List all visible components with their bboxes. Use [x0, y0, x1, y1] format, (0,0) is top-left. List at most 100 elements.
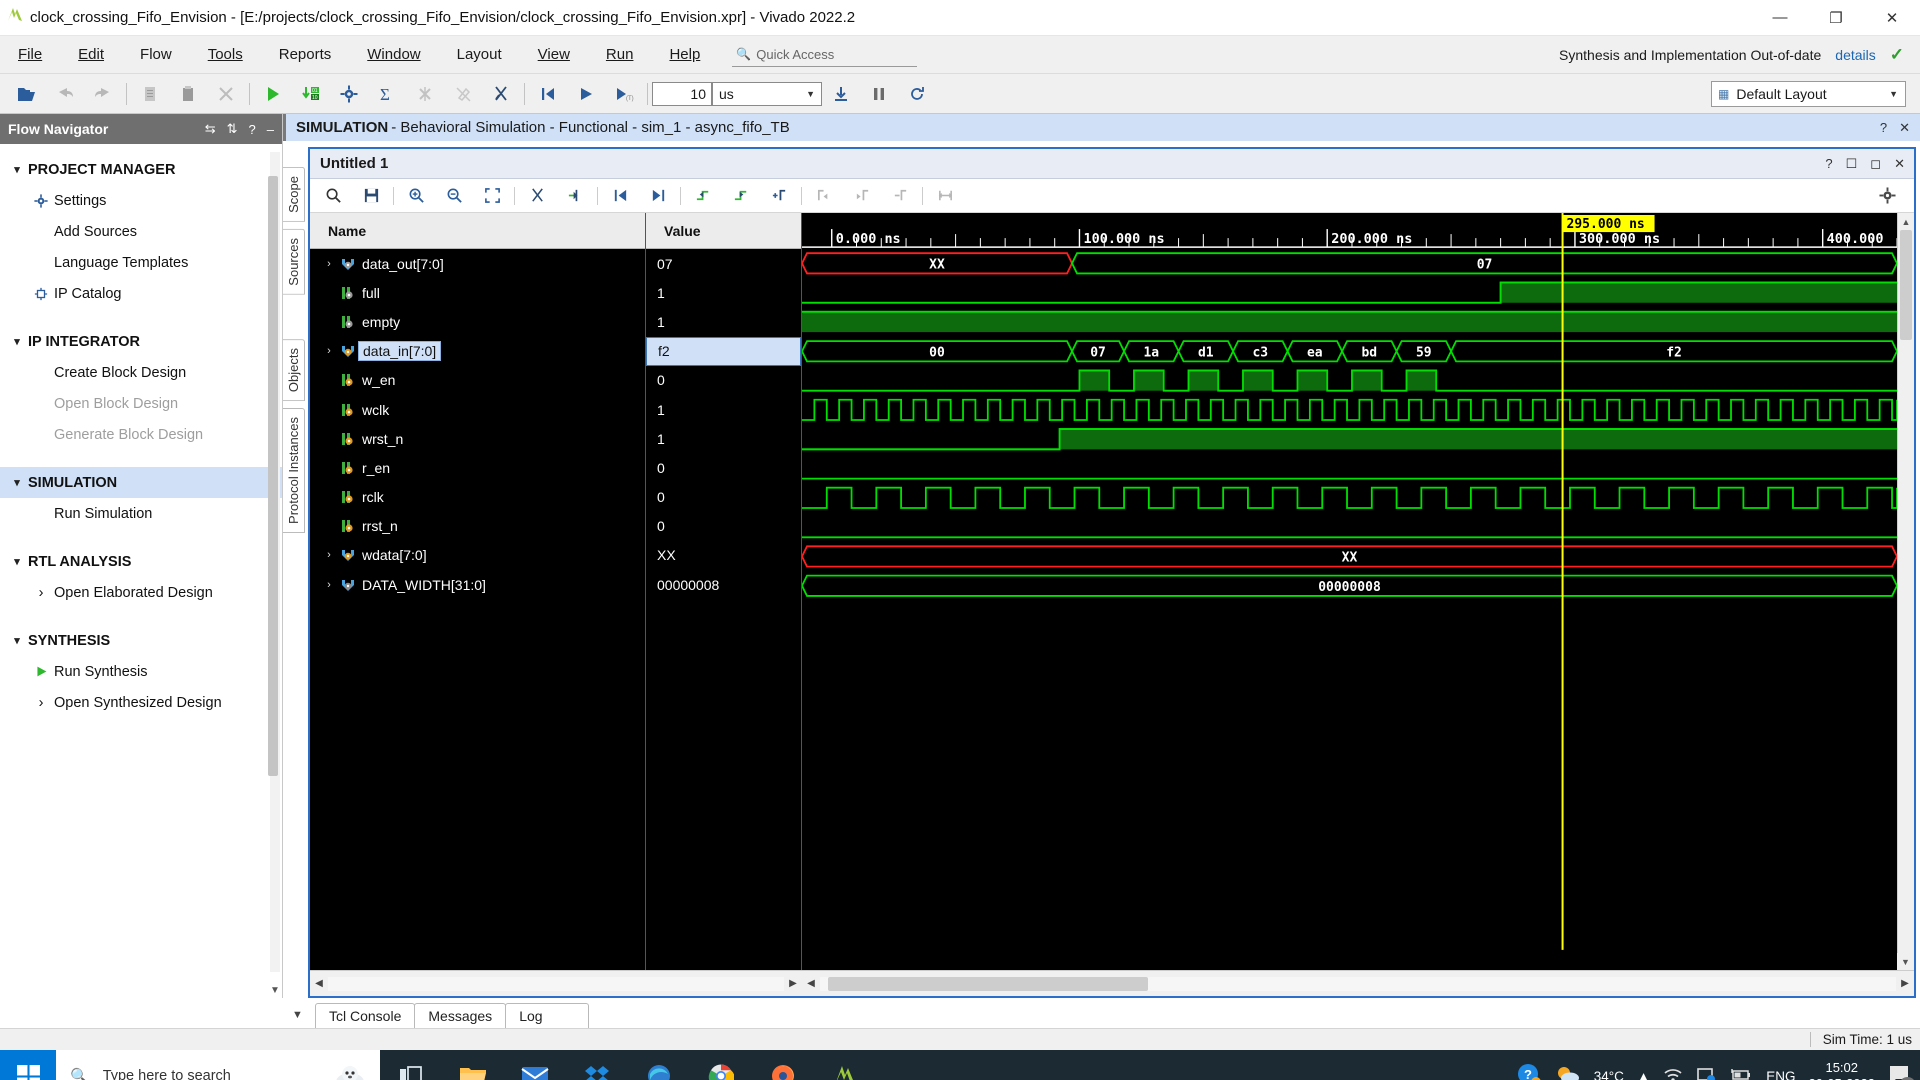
prev-marker-icon[interactable]	[805, 183, 843, 209]
help-icon[interactable]: ?	[1825, 156, 1832, 172]
open-project-icon[interactable]	[8, 79, 46, 109]
write-bitstream-icon[interactable]: 01 10	[292, 79, 330, 109]
remove-marker-icon[interactable]	[881, 183, 919, 209]
run-time-input[interactable]: 10	[652, 81, 712, 106]
wave-hscrollbar[interactable]: ◀ ▶	[802, 971, 1914, 996]
paste-icon[interactable]	[169, 79, 207, 109]
run-step-icon[interactable]	[822, 79, 860, 109]
settings-gear-icon[interactable]	[330, 79, 368, 109]
start-button[interactable]	[0, 1050, 56, 1080]
taskbar-search[interactable]: 🔍 Type here to search	[56, 1050, 380, 1080]
run-all-icon[interactable]	[567, 79, 605, 109]
run-for-time-icon[interactable]: (T)	[605, 79, 643, 109]
goto-start-icon[interactable]	[601, 183, 639, 209]
delete-icon[interactable]	[207, 79, 245, 109]
scroll-left-icon[interactable]: ◀	[310, 978, 328, 989]
scroll-right-icon[interactable]: ▶	[1896, 978, 1914, 989]
language-indicator[interactable]: ENG	[1766, 1069, 1795, 1080]
menu-window[interactable]: Window	[349, 36, 438, 74]
cut-icon[interactable]	[482, 79, 520, 109]
signal-row-rrst_n[interactable]: rrst_n	[310, 512, 645, 541]
time-unit-select[interactable]: us ▼	[712, 81, 822, 106]
chevron-right-icon[interactable]: ›	[320, 258, 338, 270]
flow-group-simulation[interactable]: ▾ SIMULATION	[0, 467, 282, 498]
flow-group-rtl-analysis[interactable]: ▾ RTL ANALYSIS	[0, 546, 282, 577]
help-icon[interactable]: ?	[249, 122, 256, 137]
zoom-out-icon[interactable]	[435, 183, 473, 209]
minimize-button[interactable]: —	[1752, 0, 1808, 36]
tab-tcl-console[interactable]: Tcl Console	[315, 1003, 416, 1028]
signal-value-empty[interactable]: 1	[646, 307, 801, 336]
vtab-sources[interactable]: Sources	[283, 228, 305, 295]
scroll-right-icon[interactable]: ▶	[784, 978, 802, 989]
close-button[interactable]: ✕	[1864, 0, 1920, 36]
goto-end-icon[interactable]	[639, 183, 677, 209]
menu-edit[interactable]: Edit	[60, 36, 122, 74]
tab-log[interactable]: Log	[505, 1003, 590, 1028]
run-icon[interactable]	[254, 79, 292, 109]
flow-item-open-synthesized-design[interactable]: › Open Synthesized Design	[0, 687, 282, 718]
add-divider-icon[interactable]	[760, 183, 798, 209]
signal-row-full[interactable]: full	[310, 278, 645, 307]
flow-item-run-synthesis[interactable]: Run Synthesis	[0, 656, 282, 687]
vtab-protocol-instances[interactable]: Protocol Instances	[283, 407, 305, 533]
sum-report-icon[interactable]: Σ	[368, 79, 406, 109]
signal-row-empty[interactable]: empty	[310, 307, 645, 336]
flow-item-ip-catalog[interactable]: IP Catalog	[0, 278, 282, 309]
edge-icon[interactable]	[628, 1050, 690, 1080]
close-icon[interactable]: ✕	[1899, 120, 1910, 136]
layout-select[interactable]: ▦ Default Layout ▼	[1711, 80, 1906, 107]
signal-value-wdata70[interactable]: XX	[646, 541, 801, 570]
signal-value-w_en[interactable]: 0	[646, 366, 801, 395]
flow-item-generate-block-design[interactable]: Generate Block Design	[0, 419, 282, 450]
flow-item-create-block-design[interactable]: Create Block Design	[0, 357, 282, 388]
chrome-icon[interactable]	[690, 1050, 752, 1080]
menu-view[interactable]: View	[520, 36, 588, 74]
mail-icon[interactable]	[504, 1050, 566, 1080]
undo-icon[interactable]	[46, 79, 84, 109]
search-icon[interactable]	[314, 183, 352, 209]
signal-value-data_in70[interactable]: f2	[646, 336, 801, 366]
close-icon[interactable]: ✕	[1894, 156, 1905, 172]
flow-item-open-elaborated-design[interactable]: › Open Elaborated Design	[0, 577, 282, 608]
signal-row-wdata70[interactable]: › wdata[7:0]	[310, 541, 645, 570]
relaunch-icon[interactable]	[898, 79, 936, 109]
flow-item-language-templates[interactable]: Language Templates	[0, 247, 282, 278]
next-transition-icon[interactable]	[722, 183, 760, 209]
maximize-icon[interactable]: ◻	[1870, 156, 1881, 172]
quick-access-search[interactable]: 🔍 Quick Access	[732, 42, 918, 67]
show-hidden-icons-icon[interactable]: ▲	[1637, 1069, 1650, 1080]
signal-value-full[interactable]: 1	[646, 278, 801, 307]
minimize-panel-icon[interactable]: –	[267, 122, 274, 137]
signal-value-wrst_n[interactable]: 1	[646, 424, 801, 453]
menu-tools[interactable]: Tools	[190, 36, 261, 74]
waveform-vertical-scrollbar[interactable]: ▲	[1897, 213, 1914, 970]
scroll-track[interactable]	[328, 976, 784, 991]
network-icon[interactable]	[1696, 1066, 1716, 1080]
chevron-right-icon[interactable]: ›	[320, 345, 338, 357]
add-marker-icon[interactable]	[556, 183, 594, 209]
chevron-down-icon[interactable]: ▼	[292, 1009, 303, 1021]
help-icon[interactable]: ?	[1880, 120, 1887, 136]
waveform-settings-gear-icon[interactable]	[1868, 183, 1906, 209]
maximize-button[interactable]: ❐	[1808, 0, 1864, 36]
wifi-icon[interactable]	[1663, 1067, 1683, 1080]
zoom-fit-icon[interactable]	[473, 183, 511, 209]
vivado-taskbar-icon[interactable]	[814, 1050, 876, 1080]
zoom-in-icon[interactable]	[397, 183, 435, 209]
signal-value-wclk[interactable]: 1	[646, 395, 801, 424]
signal-row-wclk[interactable]: wclk	[310, 395, 645, 424]
firefox-icon[interactable]	[752, 1050, 814, 1080]
measure-icon[interactable]	[926, 183, 964, 209]
signal-value-DATA_WIDTH310[interactable]: 00000008	[646, 570, 801, 599]
scrollbar-thumb[interactable]	[1900, 230, 1912, 340]
tab-messages[interactable]: Messages	[414, 1003, 507, 1028]
signal-row-data_out70[interactable]: › data_out[7:0]	[310, 249, 645, 278]
flow-item-open-block-design[interactable]: Open Block Design	[0, 388, 282, 419]
menu-layout[interactable]: Layout	[439, 36, 520, 74]
cut-marker-icon[interactable]	[518, 183, 556, 209]
collapse-all-icon[interactable]: ⇆	[205, 121, 216, 137]
chevron-right-icon[interactable]: ›	[320, 579, 338, 591]
waveform-canvas[interactable]: 0.000 ns 100.000 ns 200.000 ns 300.000 ns 40…	[802, 213, 1914, 970]
scroll-down-icon[interactable]: ▼	[1897, 953, 1914, 970]
